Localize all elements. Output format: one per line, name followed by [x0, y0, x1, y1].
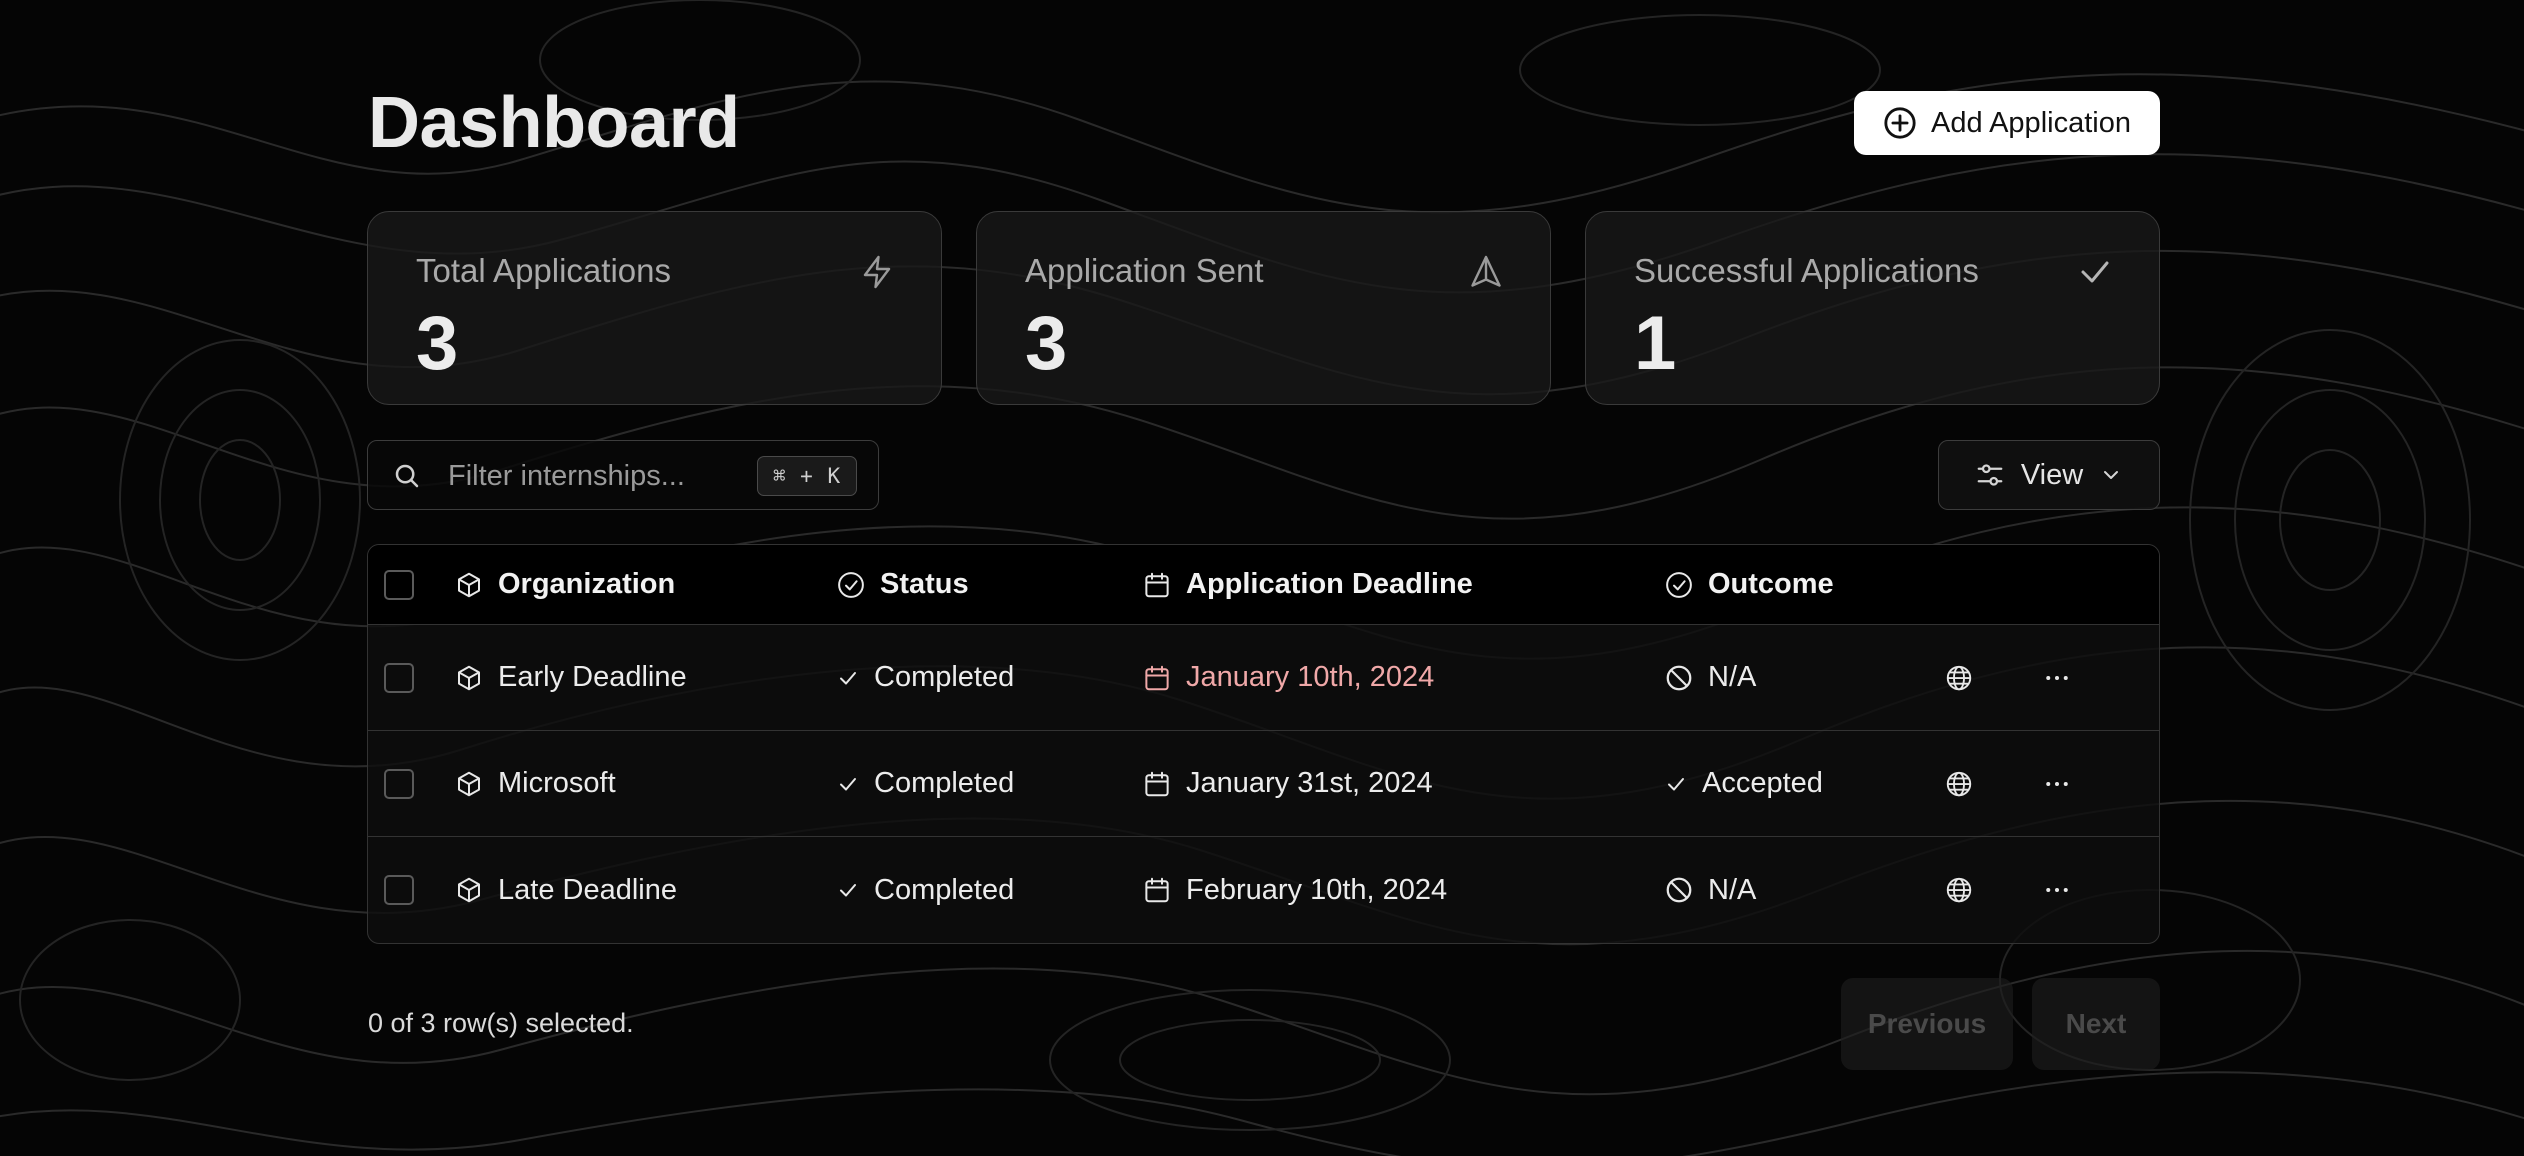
internships-table: Organization Status Application Deadline… — [367, 544, 2160, 944]
add-application-button[interactable]: Add Application — [1854, 91, 2160, 155]
keyboard-shortcut-badge: ⌘ + K — [757, 456, 857, 496]
plus-circle-icon — [1884, 107, 1916, 139]
check-icon — [2081, 261, 2109, 283]
more-horizontal-icon[interactable] — [2042, 663, 2072, 693]
ban-icon — [1666, 665, 1692, 690]
table-row[interactable]: Early Deadline Completed January 10th, 2… — [368, 625, 2159, 731]
checkmark-icon — [840, 671, 856, 684]
filter-internships-input[interactable] — [448, 453, 748, 499]
outcome-text: Accepted — [1702, 767, 1823, 799]
row-checkbox[interactable] — [384, 875, 414, 905]
previous-page-button[interactable]: Previous — [1841, 978, 2013, 1070]
table-header: Organization Status Application Deadline… — [368, 545, 2159, 625]
row-checkbox[interactable] — [384, 768, 414, 799]
page-title: Dashboard — [368, 83, 740, 163]
view-button-label: View — [2020, 458, 2084, 491]
column-header-outcome[interactable]: Outcome — [1664, 545, 1834, 624]
calendar-icon — [1145, 877, 1169, 903]
search-icon — [395, 464, 419, 488]
status-text: Completed — [874, 661, 1015, 693]
more-horizontal-icon[interactable] — [2042, 769, 2072, 799]
ban-icon — [1666, 877, 1692, 903]
checkmark-icon — [840, 777, 856, 790]
stat-value: 3 — [416, 301, 459, 386]
lightning-icon — [863, 255, 891, 289]
status-text: Completed — [874, 873, 1015, 906]
outcome-text: N/A — [1708, 661, 1757, 693]
deadline-date: January 10th, 2024 — [1186, 661, 1435, 693]
column-header-status[interactable]: Status — [836, 545, 969, 624]
globe-icon[interactable] — [1944, 663, 1974, 693]
box-icon — [458, 877, 480, 903]
stat-value: 3 — [1025, 301, 1068, 386]
outcome-text: N/A — [1708, 873, 1757, 906]
column-header-application-deadline[interactable]: Application Deadline — [1142, 545, 1473, 624]
column-header-label: Organization — [498, 568, 676, 600]
select-all-checkbox[interactable] — [384, 569, 414, 600]
stat-card-total-applications: Total Applications 3 — [367, 211, 942, 405]
stat-value: 1 — [1634, 301, 1677, 386]
organization-name: Late Deadline — [498, 873, 677, 906]
globe-icon[interactable] — [1944, 769, 1974, 799]
column-header-label: Status — [880, 568, 969, 600]
filter-box: ⌘ + K — [367, 440, 879, 510]
chevron-down-icon — [2104, 471, 2119, 479]
stat-label: Total Applications — [416, 252, 671, 289]
deadline-date: February 10th, 2024 — [1186, 873, 1448, 906]
checkmark-icon — [840, 884, 856, 897]
row-selection-count: 0 of 3 row(s) selected. — [368, 1008, 634, 1038]
check-circle-icon — [1666, 571, 1692, 598]
check-circle-icon — [838, 571, 864, 598]
row-checkbox[interactable] — [384, 662, 414, 693]
add-application-label: Add Application — [1931, 106, 2131, 139]
column-header-label: Outcome — [1708, 568, 1834, 600]
organization-name: Microsoft — [498, 767, 616, 799]
stat-card-successful-applications: Successful Applications 1 — [1585, 211, 2160, 405]
more-horizontal-icon[interactable] — [2042, 875, 2072, 905]
status-text: Completed — [874, 767, 1015, 799]
box-icon — [458, 771, 480, 796]
checkmark-icon — [1668, 777, 1684, 790]
box-icon — [458, 665, 480, 690]
view-options-button[interactable]: View — [1938, 440, 2160, 510]
calendar-icon — [1145, 572, 1169, 597]
stat-card-application-sent: Application Sent 3 — [976, 211, 1551, 405]
globe-icon[interactable] — [1944, 875, 1974, 905]
stat-label: Successful Applications — [1634, 252, 1979, 289]
sliders-icon — [1977, 464, 2003, 486]
organization-name: Early Deadline — [498, 661, 687, 693]
calendar-icon — [1145, 665, 1169, 690]
column-header-organization[interactable]: Organization — [454, 545, 675, 624]
stat-label: Application Sent — [1025, 252, 1264, 289]
box-icon — [458, 572, 480, 597]
dashboard-page: Dashboard Add Application Total Applicat… — [0, 0, 2524, 1156]
column-header-label: Application Deadline — [1186, 568, 1473, 600]
send-icon — [1471, 255, 1501, 287]
next-page-button[interactable]: Next — [2032, 978, 2160, 1070]
table-row[interactable]: Microsoft Completed January 31st, 2024 A… — [368, 731, 2159, 837]
table-row[interactable]: Late Deadline Completed February 10th, 2… — [368, 837, 2159, 943]
calendar-icon — [1145, 771, 1169, 796]
deadline-date: January 31st, 2024 — [1186, 767, 1433, 799]
